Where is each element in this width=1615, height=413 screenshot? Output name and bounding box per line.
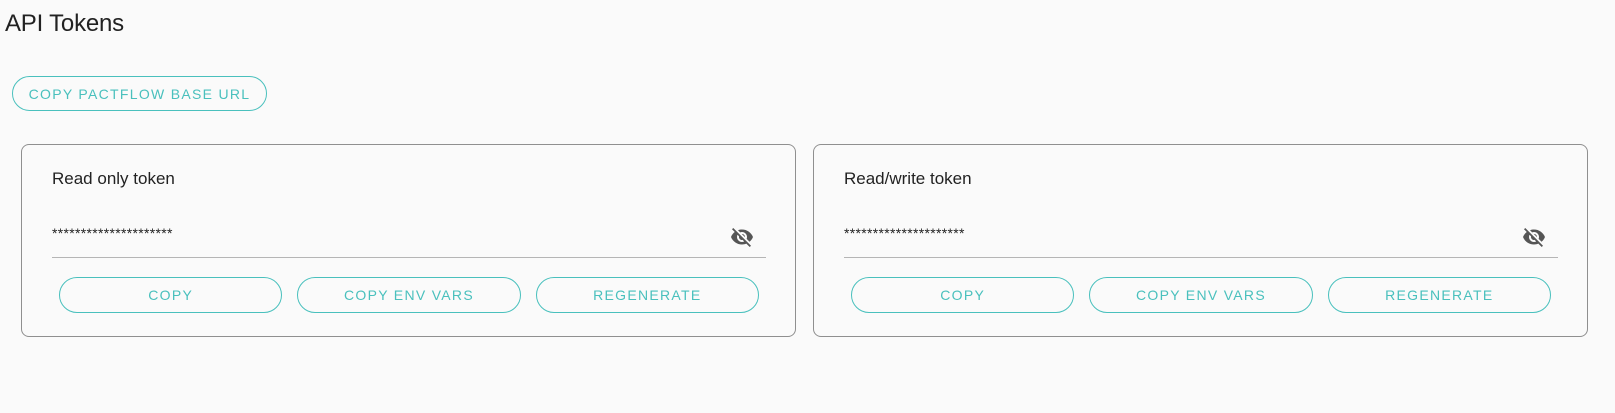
read-only-copy-button[interactable]: COPY bbox=[59, 277, 283, 313]
page-title: API Tokens bbox=[5, 10, 124, 37]
read-only-regenerate-button[interactable]: REGENERATE bbox=[535, 277, 759, 313]
read-write-token-field[interactable]: ********************* bbox=[844, 217, 1558, 258]
read-write-token-card: Read/write token ********************* C… bbox=[813, 144, 1588, 337]
read-write-token-title: Read/write token bbox=[844, 169, 972, 188]
eye-off-icon[interactable] bbox=[730, 225, 754, 249]
read-write-copy-env-vars-button[interactable]: COPY ENV VARS bbox=[1089, 277, 1313, 313]
read-write-token-actions: COPY COPY ENV VARS REGENERATE bbox=[851, 277, 1551, 313]
read-write-regenerate-button[interactable]: REGENERATE bbox=[1327, 277, 1551, 313]
read-only-token-value: ********************* bbox=[52, 225, 173, 241]
read-only-token-title: Read only token bbox=[52, 169, 175, 188]
read-only-token-card: Read only token ********************* CO… bbox=[21, 144, 796, 337]
read-only-copy-env-vars-button[interactable]: COPY ENV VARS bbox=[297, 277, 521, 313]
read-only-token-actions: COPY COPY ENV VARS REGENERATE bbox=[59, 277, 759, 313]
read-only-token-field[interactable]: ********************* bbox=[52, 217, 766, 258]
copy-base-url-button[interactable]: COPY PACTFLOW BASE URL bbox=[12, 76, 267, 111]
eye-off-icon[interactable] bbox=[1522, 225, 1546, 249]
read-write-copy-button[interactable]: COPY bbox=[851, 277, 1075, 313]
read-write-token-value: ********************* bbox=[844, 225, 965, 241]
